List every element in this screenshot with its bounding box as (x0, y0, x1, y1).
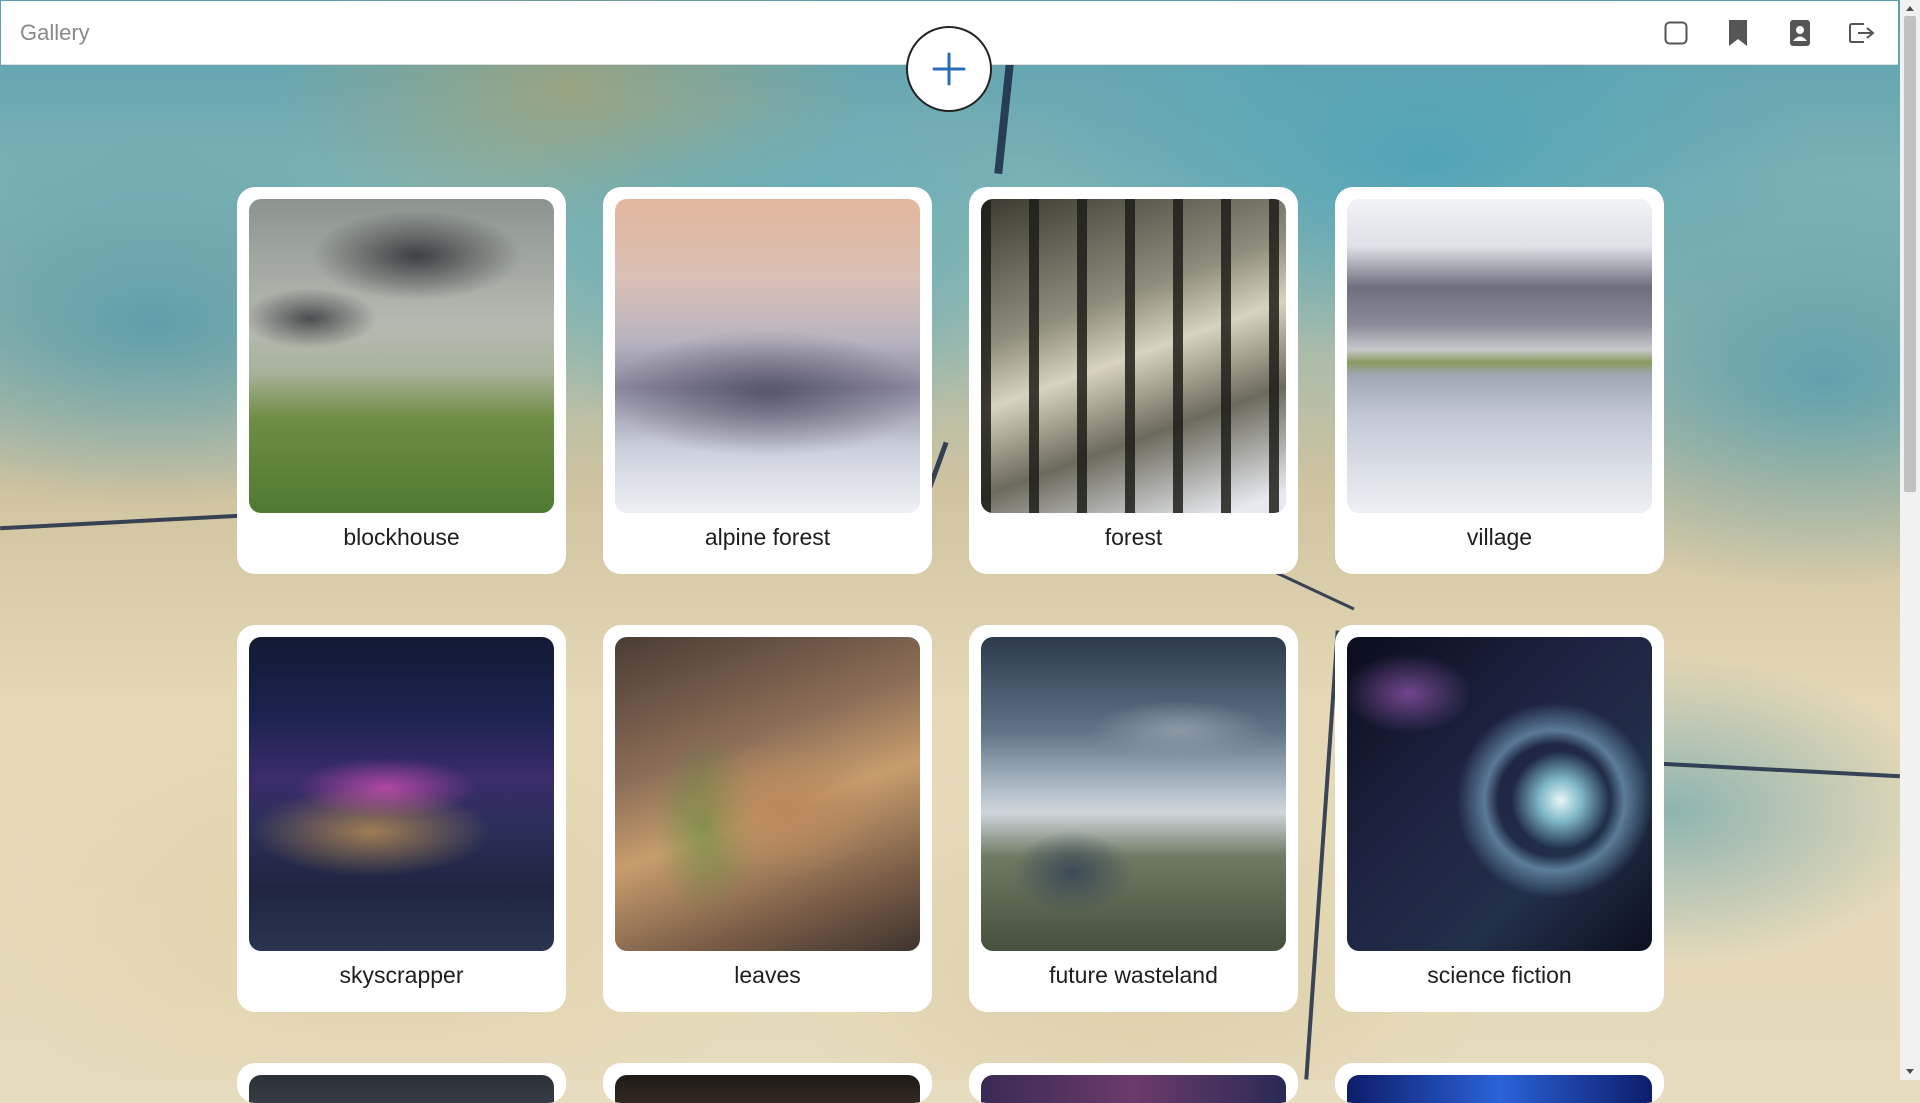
nav-icon-group (1645, 1, 1893, 64)
gallery-thumbnail[interactable] (1347, 637, 1652, 951)
gallery-thumbnail[interactable] (615, 1075, 920, 1103)
gallery-card[interactable]: leaves (603, 625, 932, 1012)
gallery-card[interactable] (969, 1063, 1298, 1103)
gallery-card[interactable]: skyscrapper (237, 625, 566, 1012)
add-image-button[interactable] (906, 26, 992, 112)
gallery-card[interactable]: future wasteland (969, 625, 1298, 1012)
gallery-card[interactable]: forest (969, 187, 1298, 574)
background-crack (0, 513, 240, 531)
gallery-card-title: future wasteland (1049, 962, 1218, 988)
gallery-thumbnail[interactable] (249, 637, 554, 951)
gallery-card[interactable]: science fiction (1335, 625, 1664, 1012)
background-crack (1660, 761, 1900, 779)
gallery-card-title: leaves (734, 962, 801, 988)
page-scrollbar[interactable] (1900, 0, 1920, 1080)
gallery-card[interactable] (1335, 1063, 1664, 1103)
gallery-grid: blockhouse alpine forest forest village … (237, 187, 1664, 1103)
gallery-card[interactable] (603, 1063, 932, 1103)
gallery-thumbnail[interactable] (615, 637, 920, 951)
gallery-thumbnail[interactable] (249, 1075, 554, 1103)
gallery-thumbnail[interactable] (981, 1075, 1286, 1103)
scroll-down-arrow-icon[interactable] (1900, 1064, 1920, 1080)
gallery-card-title: blockhouse (343, 524, 460, 550)
gallery-card-title: skyscrapper (339, 962, 464, 988)
gallery-card-title: forest (1104, 524, 1163, 550)
logout-icon[interactable] (1831, 1, 1893, 64)
bookmark-icon[interactable] (1707, 1, 1769, 64)
gallery-card-title: science fiction (1427, 962, 1572, 988)
gallery-card-title: alpine forest (704, 524, 831, 550)
contact-book-icon[interactable] (1769, 1, 1831, 64)
gallery-card[interactable]: alpine forest (603, 187, 932, 574)
app-title[interactable]: Gallery (20, 20, 90, 46)
scroll-up-arrow-icon[interactable] (1900, 0, 1920, 16)
scrollbar-thumb[interactable] (1904, 16, 1916, 492)
square-icon[interactable] (1645, 1, 1707, 64)
gallery-thumbnail[interactable] (981, 199, 1286, 513)
gallery-card[interactable]: blockhouse (237, 187, 566, 574)
gallery-thumbnail[interactable] (249, 199, 554, 513)
background-crack (994, 63, 1014, 175)
gallery-thumbnail[interactable] (981, 637, 1286, 951)
gallery-card[interactable]: village (1335, 187, 1664, 574)
gallery-thumbnail[interactable] (1347, 199, 1652, 513)
gallery-thumbnail[interactable] (1347, 1075, 1652, 1103)
gallery-card[interactable] (237, 1063, 566, 1103)
plus-icon (932, 52, 966, 86)
gallery-card-title: village (1466, 524, 1533, 550)
gallery-thumbnail[interactable] (615, 199, 920, 513)
